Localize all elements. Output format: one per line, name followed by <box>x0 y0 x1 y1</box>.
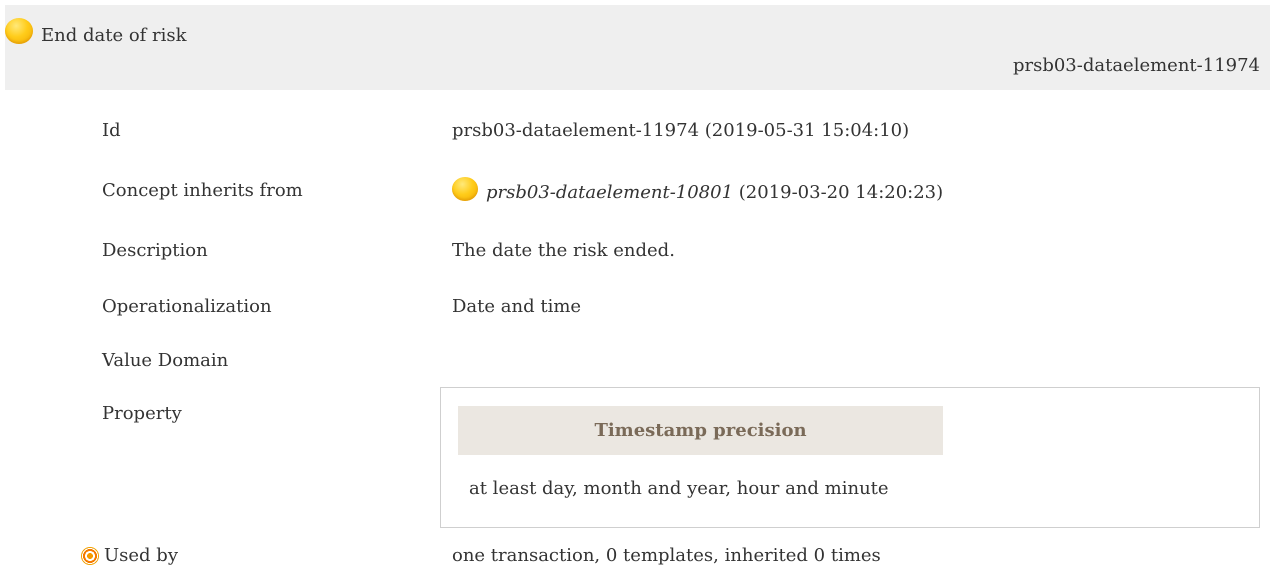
used-by-label-group: Used by <box>81 545 178 566</box>
property-heading: Timestamp precision <box>458 406 943 455</box>
property-value: at least day, month and year, hour and m… <box>469 478 889 499</box>
description-label: Description <box>102 240 208 261</box>
id-label: Id <box>102 120 121 141</box>
inherits-value: prsb03-dataelement-10801 (2019-03-20 14:… <box>452 176 944 203</box>
value-domain-label: Value Domain <box>102 350 229 371</box>
concept-title: End date of risk <box>5 17 187 46</box>
inherits-timestamp: (2019-03-20 14:20:23) <box>733 182 944 203</box>
property-box: Timestamp precision at least day, month … <box>440 387 1260 528</box>
inherits-label: Concept inherits from <box>102 180 303 201</box>
target-icon <box>81 546 99 565</box>
yellow-orb-icon <box>5 17 33 44</box>
used-by-value[interactable]: one transaction, 0 templates, inherited … <box>452 545 881 566</box>
inherits-link[interactable]: prsb03-dataelement-10801 <box>486 182 733 203</box>
used-by-label: Used by <box>104 545 178 566</box>
property-label: Property <box>102 403 182 424</box>
id-value: prsb03-dataelement-11974 (2019-05-31 15:… <box>452 120 910 141</box>
operationalization-label: Operationalization <box>102 296 272 317</box>
concept-id-header: prsb03-dataelement-11974 <box>1012 55 1260 76</box>
concept-header: End date of risk prsb03-dataelement-1197… <box>5 5 1270 90</box>
operationalization-value: Date and time <box>452 296 582 317</box>
yellow-orb-icon <box>452 176 478 201</box>
description-value: The date the risk ended. <box>452 240 675 261</box>
concept-title-text: End date of risk <box>41 25 187 46</box>
